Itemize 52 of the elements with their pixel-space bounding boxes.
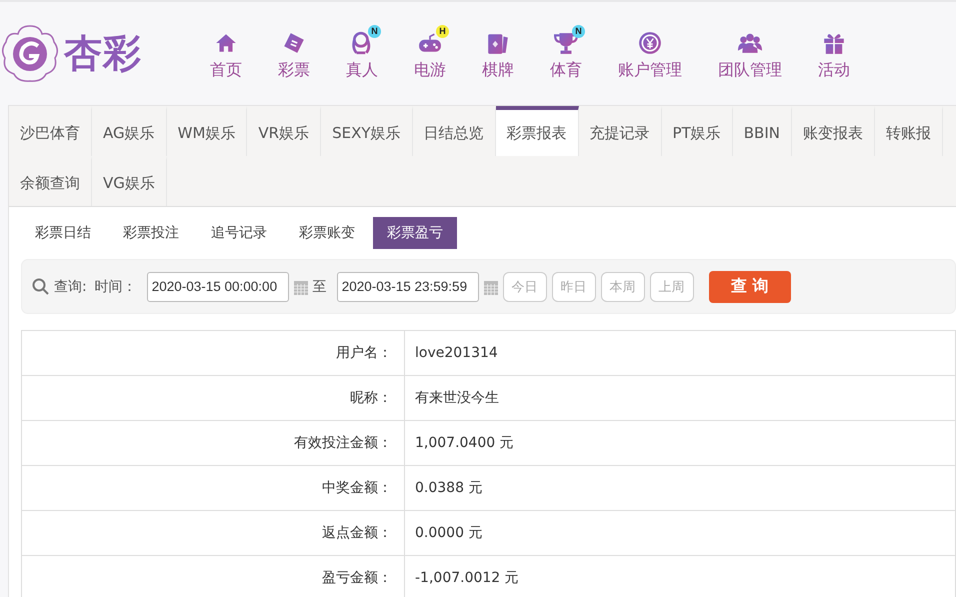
report-tab[interactable]: BBIN [732,106,792,156]
field-value: 1,007.0400 元 [404,420,956,466]
report-tab[interactable]: 彩票报表 [496,106,579,156]
nav-link[interactable]: 团队管理 [718,60,782,80]
nav-link[interactable]: 活动 [818,60,850,80]
field-value: 有来世没今生 [404,376,956,420]
report-tab[interactable]: VG娱乐 [92,156,167,206]
report-tab[interactable]: 转账报 [874,106,943,156]
nav-link[interactable]: 棋牌 [482,60,514,80]
field-label: 返点金额： [22,510,404,556]
nav-link[interactable]: 彩票 [278,60,310,80]
report-tab[interactable]: 账变报表 [792,106,875,156]
report-tab[interactable]: WM娱乐 [166,106,248,156]
start-time-field[interactable]: 2020-03-15 00:00:00 [146,272,289,302]
field-label: 用户名： [22,330,404,376]
field-value: 0.0388 元 [404,466,956,510]
field-label: 昵称： [22,376,404,420]
field-value: love201314 [404,330,956,376]
yuan-coin-icon[interactable] [638,30,662,54]
field-value: 0.0000 元 [404,510,956,556]
nav-link[interactable]: 账户管理 [618,60,682,80]
nav-link[interactable]: 电游 [414,60,446,80]
sub-tab[interactable]: 彩票投注 [109,217,193,249]
search-icon [32,278,49,295]
sub-tab[interactable]: 彩票日结 [21,217,105,249]
sub-tab[interactable]: 彩票账变 [285,217,369,249]
report-tab[interactable]: 充提记录 [578,106,662,156]
nav-badge: H [436,24,449,38]
nav-badge: N [368,24,381,38]
report-tab[interactable]: SEXY娱乐 [321,106,413,156]
report-tab[interactable]: 余额查询 [9,156,92,206]
range-separator: 至 [312,278,327,296]
field-label: 中奖金额： [22,466,404,510]
sub-tab[interactable]: 追号记录 [197,217,281,249]
nav-link[interactable]: 首页 [210,60,242,80]
report-tab[interactable]: AG娱乐 [92,106,167,156]
report-tab[interactable]: 沙巴体育 [9,106,92,156]
sub-tab[interactable]: 彩票盈亏 [373,217,457,249]
ticket-icon[interactable] [282,30,306,54]
end-time-field[interactable]: 2020-03-15 23:59:59 [336,272,479,302]
field-label: 有效投注金额： [22,420,404,466]
logo-emblem-icon [0,24,60,84]
report-tab[interactable]: PT娱乐 [662,106,733,156]
report-tab[interactable]: VR娱乐 [247,106,322,156]
query-button[interactable]: 查 询 [708,270,791,302]
field-label: 盈亏金额： [22,556,404,597]
time-label: 时间： [94,278,137,296]
query-label: 查询: [54,278,87,296]
nav-link[interactable]: 真人 [346,60,378,80]
nav-badge: N [572,24,585,38]
logo-text: 杏彩 [64,29,142,77]
nav-link[interactable]: 体育 [550,60,582,80]
